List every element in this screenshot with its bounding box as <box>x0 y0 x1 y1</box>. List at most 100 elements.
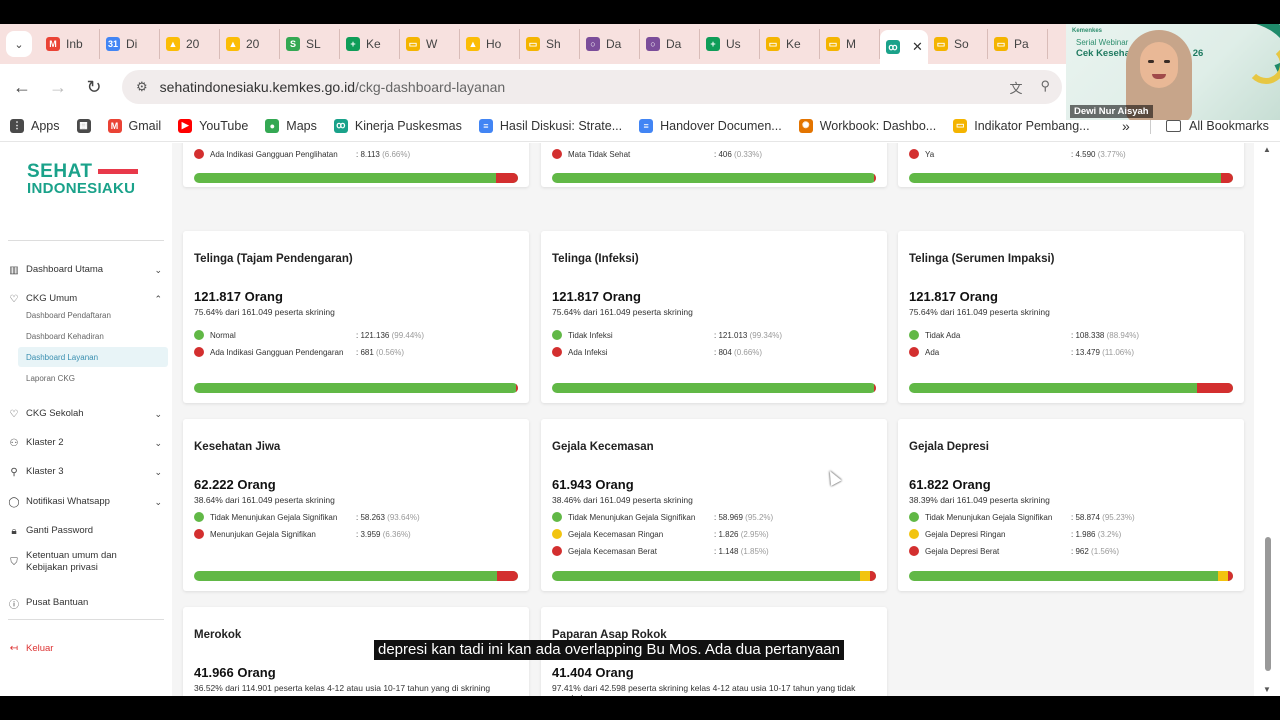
browser-tab[interactable]: + Ke <box>340 29 400 59</box>
browser-tab[interactable]: ▲ Ho <box>460 29 520 59</box>
help-icon: ⓘ <box>9 599 19 611</box>
card-title: Merokok <box>194 629 242 641</box>
back-button[interactable]: ← <box>4 69 40 105</box>
sidebar-subitem-dashboard-kehadiran[interactable]: Dashboard Kehadiran <box>18 326 168 346</box>
screening-card: Ada Indikasi Gangguan Penglihatan: 8.113… <box>183 143 529 187</box>
screening-card: Mata Tidak Sehat: 406 (0.33%) <box>541 143 887 187</box>
browser-tab[interactable]: ꝏ ✕ <box>880 30 928 64</box>
logout-button[interactable]: ↤ Keluar <box>8 637 166 659</box>
chevron-down-icon: ⌄ <box>154 496 162 507</box>
browser-tab[interactable]: ▭ M <box>820 29 880 59</box>
status-dot <box>552 512 562 522</box>
bookmark-item[interactable]: ▶ YouTube <box>178 118 249 133</box>
scroll-up-icon[interactable]: ▲ <box>1263 145 1271 154</box>
sidebar-item-label: Klaster 3 <box>26 466 64 477</box>
browser-tab[interactable]: ▭ Pa <box>988 29 1048 59</box>
result-label: Tidak Menunjukan Gejala Signifikan <box>210 513 338 522</box>
result-value: : 58.874 (95.23%) <box>1071 513 1135 522</box>
status-dot <box>552 347 562 357</box>
scroll-down-icon[interactable]: ▼ <box>1263 685 1271 694</box>
bookmark-item[interactable]: ● Maps <box>265 118 317 133</box>
bookmark-item[interactable]: ⋮ Apps <box>10 118 60 133</box>
result-value: : 406 (0.33%) <box>714 150 763 159</box>
progress-segment-abnormal <box>874 173 876 183</box>
sidebar-item-ckg-sekolah[interactable]: ♡ CKG Sekolah ⌄ <box>8 403 166 425</box>
result-progress-bar <box>552 383 876 393</box>
browser-tab[interactable]: ○ Da <box>580 29 640 59</box>
browser-tab[interactable]: S SL <box>280 29 340 59</box>
bookmark-item[interactable]: ✺ Workbook: Dashbo... <box>798 118 937 133</box>
browser-tab[interactable]: ▲ 20 <box>220 29 280 59</box>
browser-tab[interactable]: + Us <box>700 29 760 59</box>
dashboard-main: Ada Indikasi Gangguan Penglihatan: 8.113… <box>172 143 1280 696</box>
all-bookmarks-button[interactable]: All Bookmarks <box>1166 119 1269 133</box>
tab-label: 20 <box>246 37 260 51</box>
logo-text-top: SEHAT <box>27 161 93 182</box>
site-logo[interactable]: SEHAT INDONESIAKU <box>27 161 139 197</box>
bookmark-icon: ꝏ <box>333 118 348 133</box>
bookmark-item[interactable]: ꝏ Kinerja Puskesmas <box>333 118 462 133</box>
result-value: : 1.986 (3.2%) <box>1071 530 1122 539</box>
browser-window: ⌄ M Inb 31 Di ▲ 20 ▲ 20 S SL + Ke ▭ W ▲ Ho ▭ Sh ○ Da ○ Da + Us ▭… <box>0 24 1280 696</box>
result-label: Gejala Kecemasan Berat <box>568 547 657 556</box>
sidebar-item-ganti-password[interactable]: 🔒︎ Ganti Password <box>8 520 166 542</box>
result-value: : 58.263 (93.64%) <box>356 513 420 522</box>
bookmark-item[interactable]: ▭ Indikator Pembang... <box>953 118 1090 133</box>
bookmark-label: Workbook: Dashbo... <box>819 118 937 133</box>
reload-button[interactable]: ↻ <box>76 69 112 105</box>
tab-search-button[interactable]: ⌄ <box>6 31 32 57</box>
result-row: Ada Indikasi Gangguan Penglihatan: 8.113… <box>194 149 524 160</box>
bookmark-label: YouTube <box>199 118 249 133</box>
result-label: Normal <box>210 331 236 340</box>
tab-label: W <box>426 37 438 51</box>
result-row: Gejala Depresi Ringan: 1.986 (3.2%) <box>909 529 1239 540</box>
screening-card: Ya: 4.590 (3.77%) <box>898 143 1244 187</box>
bookmark-item[interactable]: M Gmail <box>107 118 161 133</box>
result-value: : 108.338 (88.94%) <box>1071 331 1140 340</box>
sidebar-item-klaster-2[interactable]: ⚇ Klaster 2 ⌄ <box>8 432 166 454</box>
zoom-icon[interactable]: ⚲ <box>1040 78 1050 97</box>
sidebar-item-pusat-bantuan[interactable]: ⓘ Pusat Bantuan <box>8 592 166 614</box>
url-path: /ckg-dashboard-layanan <box>355 79 506 95</box>
status-dot <box>552 529 562 539</box>
sidebar-subitem-laporan-ckg[interactable]: Laporan CKG <box>18 368 168 388</box>
chevron-down-icon: ⌄ <box>154 466 162 477</box>
bookmark-item[interactable]: ≡ Hasil Diskusi: Strate... <box>478 118 622 133</box>
sidebar-item-notifikasi-whatsapp[interactable]: ◯ Notifikasi Whatsapp ⌄ <box>8 491 166 513</box>
browser-tab[interactable]: ▲ 20 <box>160 29 220 59</box>
result-label: Ada Indikasi Gangguan Penglihatan <box>210 150 338 159</box>
user-icon: ⚲ <box>10 466 18 478</box>
sidebar-item-ketentuan-umum-dan[interactable]: ⛉ Ketentuan umum dan Kebijakan privasi <box>8 547 166 577</box>
browser-tab[interactable]: ▭ W <box>400 29 460 59</box>
sidebar-subitem-dashboard-layanan[interactable]: Dashboard Layanan <box>18 347 168 367</box>
status-dot <box>552 149 562 159</box>
browser-tab[interactable]: ▭ Sh <box>520 29 580 59</box>
sidebar-item-label: Notifikasi Whatsapp <box>26 496 110 507</box>
translate-icon[interactable]: 文 <box>1009 78 1022 97</box>
result-row: Tidak Menunjukan Gejala Signifikan: 58.8… <box>909 512 1239 523</box>
progress-segment-abnormal <box>496 173 518 183</box>
logout-icon: ↤ <box>9 642 19 654</box>
site-info-icon[interactable]: ⚙ <box>136 79 148 95</box>
sidebar-subitem-dashboard-pendaftaran[interactable]: Dashboard Pendaftaran <box>18 305 168 325</box>
address-bar[interactable]: ⚙ sehatindonesiaku.kemkes.go.id/ckg-dash… <box>122 70 1062 104</box>
result-value: : 962 (1.56%) <box>1071 547 1120 556</box>
close-tab-icon[interactable]: ✕ <box>912 39 923 55</box>
bookmark-item[interactable]: ≡ Handover Documen... <box>639 118 782 133</box>
page-scrollbar[interactable]: ▲ ▼ <box>1254 143 1280 696</box>
bookmark-item[interactable]: ▦ <box>76 118 91 133</box>
sidebar-item-klaster-3[interactable]: ⚲ Klaster 3 ⌄ <box>8 461 166 483</box>
browser-tab[interactable]: ▭ Ke <box>760 29 820 59</box>
browser-tab[interactable]: ▭ So <box>928 29 988 59</box>
browser-tab[interactable]: M Inb <box>40 29 100 59</box>
browser-tab[interactable]: 31 Di <box>100 29 160 59</box>
card-subtitle: 36.52% dari 114.901 peserta kelas 4-12 a… <box>194 683 491 693</box>
sidebar-item-dashboard-utama[interactable]: ▥ Dashboard Utama ⌄ <box>8 259 166 281</box>
chat-icon: ◯ <box>8 496 20 508</box>
forward-button[interactable]: → <box>40 69 76 105</box>
scrollbar-thumb[interactable] <box>1265 537 1271 671</box>
status-dot <box>909 330 919 340</box>
chevron-up-icon: ⌃ <box>154 293 162 304</box>
browser-tab[interactable]: ○ Da <box>640 29 700 59</box>
tab-favicon-icon: ▭ <box>994 37 1008 51</box>
